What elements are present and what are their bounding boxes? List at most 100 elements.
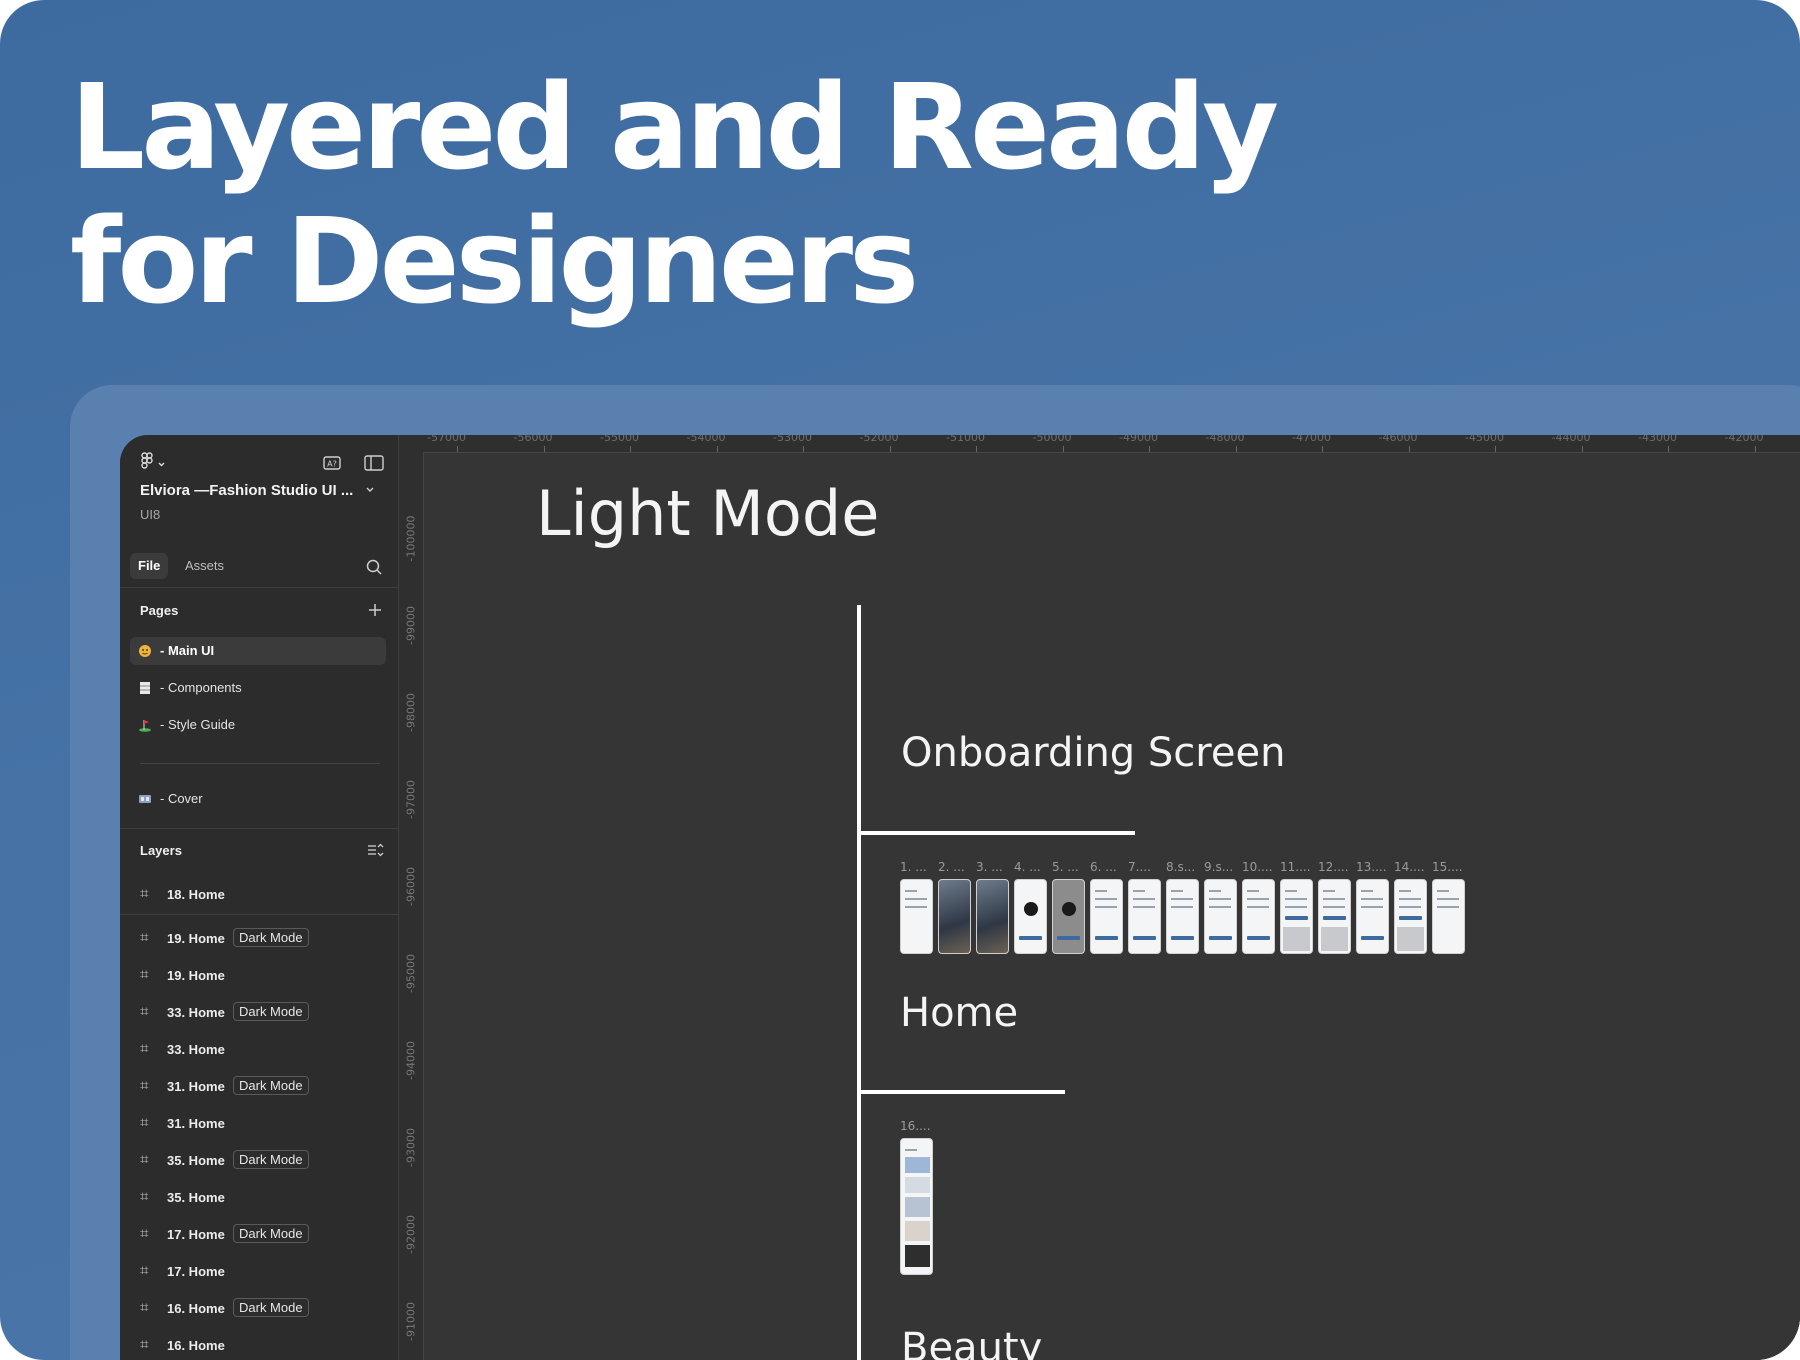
- frame-thumbnail[interactable]: [1280, 879, 1313, 954]
- frame-thumbnail[interactable]: [1318, 879, 1351, 954]
- frame-label: 10....: [1242, 860, 1273, 874]
- frame-thumbnail[interactable]: [976, 879, 1009, 954]
- layers-separator: [120, 914, 398, 915]
- file-assets-tabs: File Assets: [120, 543, 398, 588]
- frame-label: 3. ...: [976, 860, 1003, 874]
- ruler-tick: [889, 446, 891, 452]
- figma-logo-icon[interactable]: [140, 451, 168, 475]
- frame-label: 5. ...: [1052, 860, 1079, 874]
- frame-thumbnail[interactable]: [1052, 879, 1085, 954]
- layer-row[interactable]: ⌗ 35. Home: [120, 1183, 398, 1213]
- section-title[interactable]: Light Mode: [536, 477, 879, 550]
- svg-text:A?: A?: [327, 460, 337, 469]
- layer-row[interactable]: ⌗ 31. Home: [120, 1109, 398, 1139]
- tab-assets[interactable]: Assets: [177, 553, 232, 579]
- layer-row[interactable]: ⌗ 35. Home Dark Mode: [120, 1146, 398, 1176]
- layer-row[interactable]: ⌗ 33. Home: [120, 1035, 398, 1065]
- ruler-tick: [1149, 446, 1150, 452]
- ruler-tick: [630, 446, 631, 452]
- layer-row[interactable]: ⌗ 19. Home: [120, 961, 398, 991]
- ruler-tick-label: -49000: [1119, 435, 1158, 444]
- layer-name: 17. Home: [167, 1264, 225, 1279]
- chevron-down-icon[interactable]: [363, 483, 377, 497]
- frame-hash-icon: ⌗: [140, 1225, 149, 1242]
- ruler-tick-label: -51000: [946, 435, 985, 444]
- layer-name: 19. Home: [167, 931, 225, 946]
- ruler-tick-label: -57000: [427, 435, 466, 444]
- emoji-face-icon: [139, 645, 151, 657]
- ruler-tick-label: -97000: [404, 780, 418, 819]
- sidebar-toolbar: A?: [140, 449, 384, 479]
- layer-tag: Dark Mode: [233, 1002, 309, 1021]
- layer-row[interactable]: ⌗ 17. Home: [120, 1257, 398, 1287]
- frame-thumbnail[interactable]: [1242, 879, 1275, 954]
- frame-thumbnail[interactable]: [1128, 879, 1161, 954]
- page-label: - Style Guide: [160, 717, 236, 732]
- group-title-onboarding[interactable]: Onboarding Screen: [901, 730, 1285, 776]
- page-item-main-ui[interactable]: - Main UI: [130, 637, 386, 665]
- page-item-components[interactable]: - Components: [130, 674, 386, 702]
- ruler-tick-label: -98000: [404, 693, 418, 732]
- frame-thumbnail[interactable]: [1014, 879, 1047, 954]
- frame-thumbnail[interactable]: [1394, 879, 1427, 954]
- frame-thumbnail[interactable]: [1432, 879, 1465, 954]
- frame-thumbnail[interactable]: [1166, 879, 1199, 954]
- layer-name: 16. Home: [167, 1338, 225, 1353]
- layer-row[interactable]: ⌗ 16. Home Dark Mode: [120, 1294, 398, 1324]
- page-item-style-guide[interactable]: - Style Guide: [130, 711, 386, 739]
- layer-row[interactable]: ⌗ 18. Home: [120, 880, 398, 910]
- layer-row[interactable]: ⌗ 19. Home Dark Mode: [120, 924, 398, 954]
- ruler-tick-label: -93000: [404, 1128, 418, 1167]
- layer-row[interactable]: ⌗ 16. Home: [120, 1331, 398, 1360]
- tab-file[interactable]: File: [130, 553, 169, 579]
- promo-card: Layered and Ready for Designers A? Elvio…: [0, 0, 1800, 1360]
- frame-thumbnail[interactable]: [900, 879, 933, 954]
- frame-thumbnail[interactable]: [938, 879, 971, 954]
- search-icon[interactable]: [364, 557, 384, 577]
- group-title-home[interactable]: Home: [900, 990, 1018, 1036]
- frame-hash-icon: ⌗: [140, 1262, 149, 1279]
- headline-line-1: Layered and Ready: [70, 58, 1279, 196]
- frame-hash-icon: ⌗: [140, 1151, 149, 1168]
- top-ruler: -57000 -56000 -55000 -54000 -53000 -52000 -510…: [399, 435, 1800, 453]
- layer-tag: Dark Mode: [233, 1076, 309, 1095]
- layer-name: 19. Home: [167, 968, 225, 983]
- panel-toggle-icon[interactable]: [362, 451, 386, 475]
- project-title[interactable]: Elviora —Fashion Studio UI ...: [140, 482, 353, 499]
- frame-thumbnail[interactable]: [1204, 879, 1237, 954]
- collapse-layers-icon[interactable]: [366, 841, 384, 859]
- ruler-tick: [1408, 446, 1410, 452]
- group-title-beauty[interactable]: Beauty: [901, 1325, 1042, 1360]
- ruler-tick-label: -91000: [404, 1302, 418, 1341]
- layer-row[interactable]: ⌗ 31. Home Dark Mode: [120, 1072, 398, 1102]
- layer-name: 18. Home: [167, 887, 225, 902]
- layer-row[interactable]: ⌗ 17. Home Dark Mode: [120, 1220, 398, 1250]
- flag-icon: [139, 720, 151, 732]
- ruler-tick: [1668, 446, 1669, 452]
- layer-name: 16. Home: [167, 1301, 225, 1316]
- ruler-tick-label: -54000: [686, 435, 726, 444]
- layer-row[interactable]: ⌗ 33. Home Dark Mode: [120, 998, 398, 1028]
- frame-label: 8.s...: [1166, 860, 1196, 874]
- frame-thumbnail[interactable]: [900, 1138, 933, 1275]
- ruler-tick-label: -42000: [1724, 435, 1764, 444]
- ruler-tick-label: -50000: [1032, 435, 1072, 444]
- frame-hash-icon: ⌗: [140, 1188, 149, 1205]
- ruler-tick: [716, 446, 718, 452]
- frame-thumbnail[interactable]: [1090, 879, 1123, 954]
- layers-heading: Layers: [140, 843, 182, 858]
- ruler-tick-label: -52000: [859, 435, 899, 444]
- layer-tag: Dark Mode: [233, 1224, 309, 1243]
- ai-assist-icon[interactable]: A?: [320, 451, 344, 475]
- layers-divider: [120, 828, 398, 829]
- tree-connector-vertical: [857, 605, 861, 1360]
- pages-divider: [140, 763, 380, 764]
- left-sidebar: A? Elviora —Fashion Studio UI ... UI8 Fi…: [120, 435, 399, 1360]
- design-canvas[interactable]: -57000 -56000 -55000 -54000 -53000 -52000 -510…: [399, 435, 1800, 1360]
- frame-thumbnail[interactable]: [1356, 879, 1389, 954]
- project-subtitle: UI8: [140, 507, 161, 522]
- page-item-cover[interactable]: - Cover: [130, 785, 386, 813]
- ruler-tick: [976, 446, 977, 452]
- add-page-icon[interactable]: [366, 601, 384, 619]
- page-label: - Cover: [160, 791, 203, 806]
